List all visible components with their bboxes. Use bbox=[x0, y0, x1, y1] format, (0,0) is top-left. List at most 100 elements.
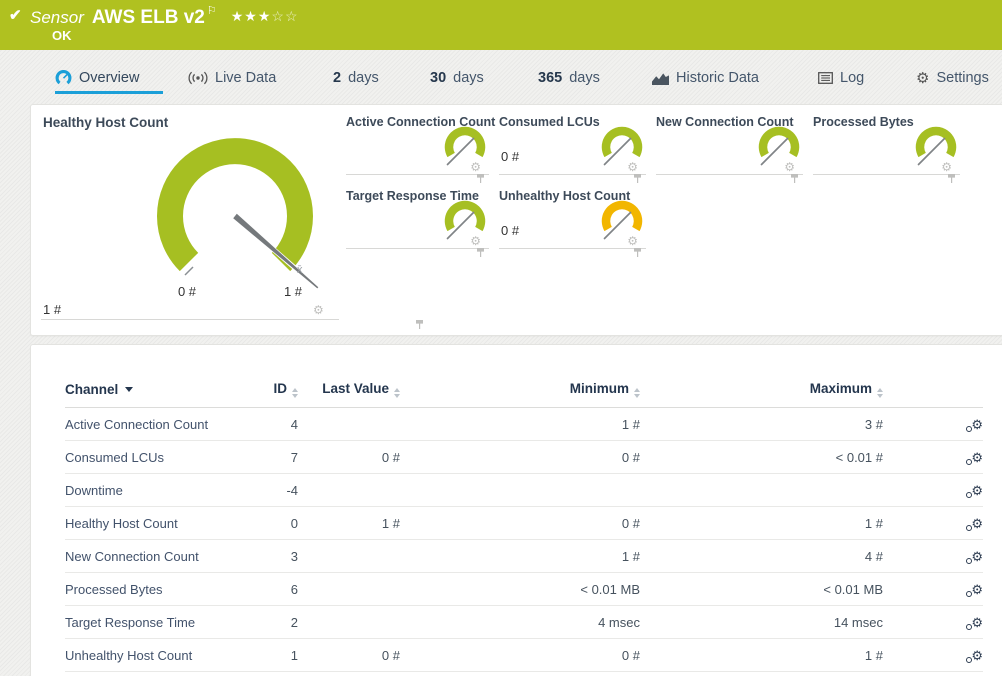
channel-last-value-cell: 0 # bbox=[298, 638, 400, 672]
gauge-gear-icon[interactable]: ⚙ bbox=[627, 235, 638, 247]
sensor-name: AWS ELB v2 bbox=[91, 7, 205, 28]
tab-365-days-label: days bbox=[569, 70, 600, 86]
channel-maximum-cell: 3 # bbox=[640, 407, 883, 441]
channel-name-cell[interactable]: Downtime bbox=[65, 473, 245, 507]
channel-id-cell: -4 bbox=[245, 473, 298, 507]
small-gauge-cell-unhealthy-host-count[interactable]: Unhealthy Host Count 0 # ⚙ bbox=[499, 187, 646, 257]
channel-name-cell[interactable]: New Connection Count bbox=[65, 539, 245, 573]
channel-row[interactable]: Consumed LCUs 7 0 # 0 # < 0.01 # ⚙ bbox=[65, 440, 983, 474]
small-gauge-cell-active-connection-count[interactable]: Active Connection Count ⚙ bbox=[346, 113, 495, 183]
column-header-last-value[interactable]: Last Value bbox=[298, 381, 400, 408]
cell-divider bbox=[41, 319, 339, 320]
gauge-gear-icon[interactable]: ⚙ bbox=[784, 161, 795, 173]
channel-minimum-cell: 1 # bbox=[400, 539, 640, 573]
channel-last-value-cell bbox=[298, 473, 400, 507]
channel-settings-icon[interactable]: ⚙ bbox=[966, 517, 983, 531]
channel-maximum-cell: 1 # bbox=[640, 638, 883, 672]
tab-log[interactable]: Log bbox=[818, 64, 864, 92]
channel-settings-icon[interactable]: ⚙ bbox=[966, 451, 983, 465]
priority-stars[interactable]: ★★★☆☆ bbox=[231, 8, 299, 24]
channel-settings-icon[interactable]: ⚙ bbox=[966, 616, 983, 630]
channel-name-cell[interactable]: Unhealthy Host Count bbox=[65, 638, 245, 672]
tab-30-days[interactable]: 30 days bbox=[430, 64, 484, 92]
gauges-panel: Healthy Host Count 0 # 1 # x̄ 1 # ⚙ Acti… bbox=[30, 104, 1002, 336]
channels-table: Channel ID Last Value Minimum Maximum Ac… bbox=[65, 381, 983, 672]
main-gauge-value: 1 # bbox=[43, 302, 62, 317]
small-gauge-cell-target-response-time[interactable]: Target Response Time ⚙ bbox=[346, 187, 489, 257]
column-header-maximum[interactable]: Maximum bbox=[640, 381, 883, 408]
gauge-gear-icon[interactable]: ⚙ bbox=[313, 304, 324, 316]
small-gauge-cell-new-connection-count[interactable]: New Connection Count ⚙ bbox=[656, 113, 803, 183]
sort-icon bbox=[877, 388, 883, 398]
sort-icon bbox=[634, 388, 640, 398]
channel-row[interactable]: Unhealthy Host Count 1 0 # 0 # 1 # ⚙ bbox=[65, 638, 983, 672]
channel-minimum-cell bbox=[400, 473, 640, 507]
tab-log-label: Log bbox=[840, 70, 865, 86]
channel-last-value-cell: 1 # bbox=[298, 506, 400, 540]
gauge-gear-icon[interactable]: ⚙ bbox=[941, 161, 952, 173]
channel-settings-icon[interactable]: ⚙ bbox=[966, 583, 983, 597]
small-gauge-value: 0 # bbox=[501, 223, 520, 238]
tab-settings[interactable]: ⚙ Settings bbox=[916, 64, 989, 92]
channel-name-cell[interactable]: Healthy Host Count bbox=[65, 506, 245, 540]
channel-row[interactable]: Target Response Time 2 4 msec 14 msec ⚙ bbox=[65, 605, 983, 639]
channel-settings-icon[interactable]: ⚙ bbox=[966, 649, 983, 663]
sensor-title-line: Sensor AWS ELB v2 ⚐ ★★★☆☆ bbox=[30, 4, 299, 29]
channel-settings-icon[interactable]: ⚙ bbox=[966, 418, 983, 432]
flag-icon[interactable]: ⚐ bbox=[207, 5, 217, 17]
column-header-id[interactable]: ID bbox=[245, 381, 298, 408]
gear-icon: ⚙ bbox=[916, 69, 930, 87]
tab-2-days[interactable]: 2 days bbox=[333, 64, 379, 92]
channel-last-value-cell bbox=[298, 572, 400, 606]
channel-name-cell[interactable]: Consumed LCUs bbox=[65, 440, 245, 474]
status-ok-check-icon: ✔ bbox=[9, 7, 22, 24]
channel-last-value-cell bbox=[298, 605, 400, 639]
channel-last-value-cell: 0 # bbox=[298, 440, 400, 474]
stars-filled: ★★★ bbox=[230, 8, 272, 24]
tab-365-days[interactable]: 365 days bbox=[538, 64, 600, 92]
channel-settings-icon[interactable]: ⚙ bbox=[966, 550, 983, 564]
gauge-gear-icon[interactable]: ⚙ bbox=[470, 235, 481, 247]
channel-settings-icon[interactable]: ⚙ bbox=[966, 484, 983, 498]
channel-id-cell: 1 bbox=[245, 638, 298, 672]
channel-maximum-cell: < 0.01 MB bbox=[640, 572, 883, 606]
sort-desc-icon bbox=[125, 387, 134, 392]
channel-row[interactable]: Downtime -4 ⚙ bbox=[65, 473, 983, 507]
channel-row[interactable]: Healthy Host Count 0 1 # 0 # 1 # ⚙ bbox=[65, 506, 983, 540]
small-gauge-cell-consumed-lcus[interactable]: Consumed LCUs 0 # ⚙ bbox=[499, 113, 646, 183]
gauge-gear-icon[interactable]: ⚙ bbox=[470, 161, 481, 173]
sensor-status-header: ✔ Sensor AWS ELB v2 ⚐ ★★★☆☆ OK bbox=[0, 0, 1002, 50]
prtg-sensor-page: ✔ Sensor AWS ELB v2 ⚐ ★★★☆☆ OK Overview Liv… bbox=[0, 0, 1002, 676]
tab-2-days-number: 2 bbox=[333, 70, 342, 86]
channel-minimum-cell: < 0.01 MB bbox=[400, 572, 640, 606]
main-gauge-cell[interactable]: Healthy Host Count 0 # 1 # x̄ 1 # ⚙ bbox=[31, 105, 423, 335]
sensor-kind-label: Sensor bbox=[30, 8, 84, 27]
small-gauge-cell-processed-bytes[interactable]: Processed Bytes ⚙ bbox=[813, 113, 960, 183]
channel-name-cell[interactable]: Target Response Time bbox=[65, 605, 245, 639]
channel-row[interactable]: Active Connection Count 4 1 # 3 # ⚙ bbox=[65, 407, 983, 441]
tab-historic-data[interactable]: Historic Data bbox=[652, 64, 759, 92]
channel-name-cell[interactable]: Active Connection Count bbox=[65, 407, 245, 441]
column-header-channel[interactable]: Channel bbox=[65, 381, 245, 408]
stars-empty: ☆☆ bbox=[271, 8, 299, 24]
channel-name-cell[interactable]: Processed Bytes bbox=[65, 572, 245, 606]
tab-overview[interactable]: Overview bbox=[55, 64, 139, 92]
tab-30-days-number: 30 bbox=[430, 70, 447, 86]
channel-row[interactable]: Processed Bytes 6 < 0.01 MB < 0.01 MB ⚙ bbox=[65, 572, 983, 606]
main-gauge-scale-max: 1 # bbox=[283, 284, 303, 299]
tab-settings-label: Settings bbox=[936, 70, 989, 86]
channel-id-cell: 0 bbox=[245, 506, 298, 540]
channel-id-cell: 3 bbox=[245, 539, 298, 573]
gauge-gear-icon[interactable]: ⚙ bbox=[627, 161, 638, 173]
channel-minimum-cell: 4 msec bbox=[400, 605, 640, 639]
column-header-minimum[interactable]: Minimum bbox=[400, 381, 640, 408]
main-gauge bbox=[157, 138, 319, 289]
broadcast-icon bbox=[188, 71, 208, 85]
channel-id-cell: 7 bbox=[245, 440, 298, 474]
tab-live-data[interactable]: Live Data bbox=[188, 64, 276, 92]
small-gauge-value: 0 # bbox=[501, 149, 520, 164]
channel-row[interactable]: New Connection Count 3 1 # 4 # ⚙ bbox=[65, 539, 983, 573]
channels-panel: Channel ID Last Value Minimum Maximum Ac… bbox=[30, 344, 1002, 676]
channel-id-cell: 6 bbox=[245, 572, 298, 606]
channel-maximum-cell: < 0.01 # bbox=[640, 440, 883, 474]
